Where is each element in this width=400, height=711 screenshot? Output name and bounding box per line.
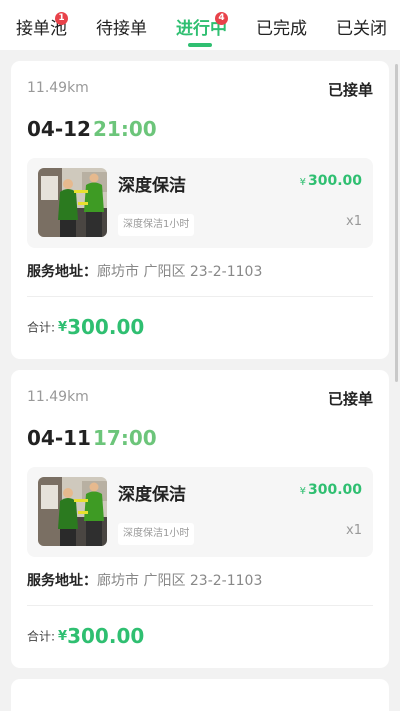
order-card[interactable]: 11.49km 已接单 04-12 21:00 深度保洁 ¥300.00 深度保…	[11, 61, 389, 359]
cleaning-photo	[38, 168, 107, 237]
service-quantity: x1	[346, 523, 362, 538]
service-spec-tag: 深度保洁1小时	[118, 523, 195, 545]
total-label: 合计:	[27, 320, 56, 335]
total-currency: ¥	[58, 319, 68, 335]
order-item[interactable]: 深度保洁 ¥300.00 深度保洁1小时 x1	[27, 467, 373, 557]
tab-pending[interactable]: 待接单	[96, 18, 147, 40]
service-name: 深度保洁	[118, 485, 186, 505]
order-total: 合计: ¥300.00	[27, 315, 144, 339]
service-price: ¥300.00	[300, 173, 362, 189]
price-currency: ¥	[299, 486, 306, 497]
order-date: 04-11	[27, 426, 91, 450]
order-total: 合计: ¥300.00	[27, 624, 144, 648]
total-amount: 300.00	[67, 315, 145, 339]
total-amount: 300.00	[67, 624, 145, 648]
service-thumbnail	[38, 168, 107, 237]
total-currency: ¥	[58, 628, 68, 644]
scrollbar[interactable]	[395, 64, 398, 382]
order-item[interactable]: 深度保洁 ¥300.00 深度保洁1小时 x1	[27, 158, 373, 248]
address-label: 服务地址：	[27, 573, 97, 589]
service-spec-tag: 深度保洁1小时	[118, 214, 195, 236]
order-distance: 11.49km	[27, 80, 89, 96]
tab-completed[interactable]: 已完成	[256, 18, 307, 40]
service-thumbnail	[38, 477, 107, 546]
tab-in-progress-badge: 4	[215, 12, 228, 25]
order-distance: 11.49km	[27, 389, 89, 405]
cleaning-photo	[38, 477, 107, 546]
total-label: 合计:	[27, 629, 56, 644]
address-value: 廊坊市 广阳区 23-2-1103	[97, 573, 263, 589]
service-price: ¥300.00	[300, 482, 362, 498]
order-card-partial[interactable]	[11, 679, 389, 711]
price-amount: 300.00	[307, 482, 362, 498]
address-value: 廊坊市 广阳区 23-2-1103	[97, 264, 263, 280]
order-card[interactable]: 11.49km 已接单 04-11 17:00 深度保洁 ¥300.00 深度保…	[11, 370, 389, 668]
service-quantity: x1	[346, 214, 362, 229]
order-status: 已接单	[327, 390, 373, 408]
price-amount: 300.00	[307, 173, 362, 189]
active-tab-indicator	[188, 43, 212, 47]
order-time: 17:00	[93, 426, 157, 450]
tab-pool-badge: 1	[55, 12, 68, 25]
order-time: 21:00	[93, 117, 157, 141]
service-name: 深度保洁	[118, 176, 186, 196]
price-currency: ¥	[299, 177, 306, 188]
status-tabs: 接单池 1 待接单 进行中 4 已完成 已关闭	[0, 0, 400, 50]
tab-closed[interactable]: 已关闭	[336, 18, 387, 40]
order-date: 04-12	[27, 117, 91, 141]
divider	[27, 296, 373, 297]
divider	[27, 605, 373, 606]
service-address: 服务地址：廊坊市 广阳区 23-2-1103	[27, 261, 262, 281]
service-address: 服务地址：廊坊市 广阳区 23-2-1103	[27, 570, 262, 590]
address-label: 服务地址：	[27, 264, 97, 280]
order-status: 已接单	[327, 81, 373, 99]
